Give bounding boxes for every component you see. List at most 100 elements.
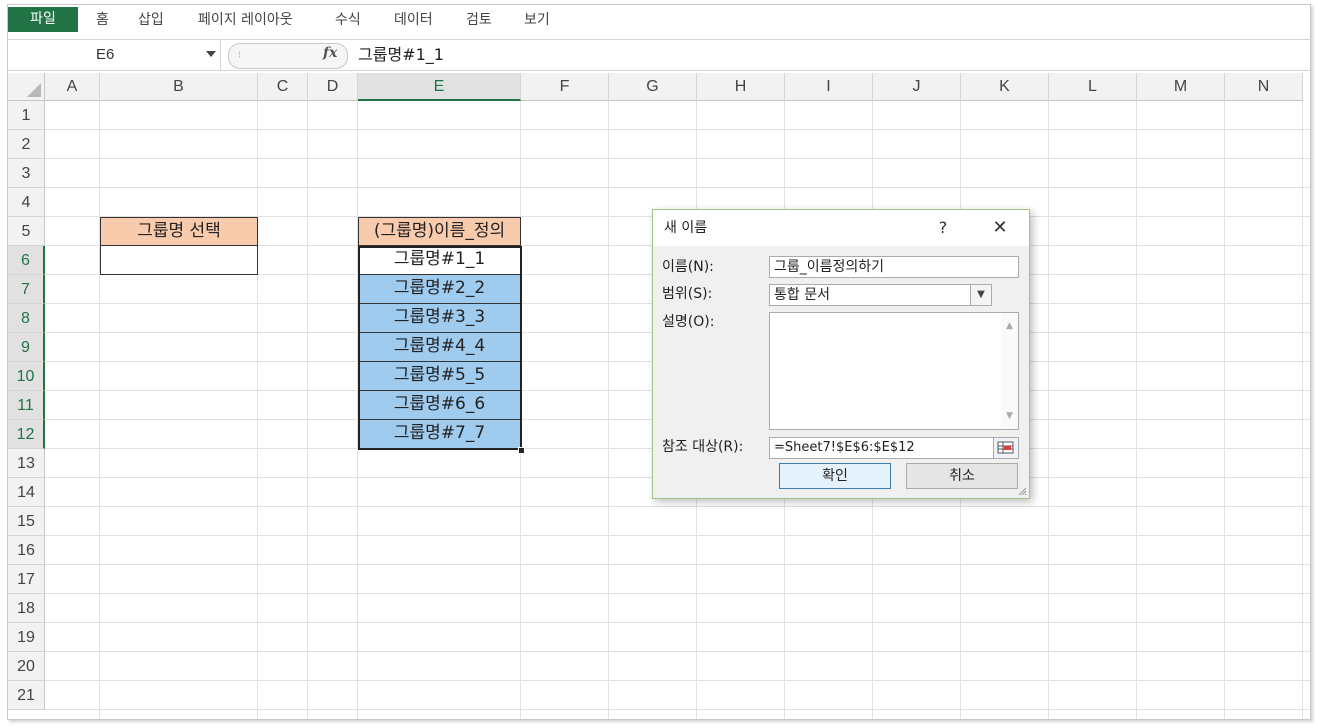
select-all-button[interactable] — [8, 73, 45, 101]
formula-input[interactable]: 그룹명#1_1 — [358, 40, 444, 70]
column-header-j[interactable]: J — [873, 73, 961, 101]
row-header-6[interactable]: 6 — [8, 246, 45, 275]
row-header-11[interactable]: 11 — [8, 391, 45, 420]
scroll-down-icon[interactable]: ▼ — [1001, 406, 1018, 426]
cell-e6[interactable]: 그룹명#1_1 — [358, 246, 521, 275]
gridline-horizontal — [45, 158, 1310, 159]
row-header-1[interactable]: 1 — [8, 101, 45, 130]
gridline-horizontal — [45, 129, 1310, 130]
fill-handle[interactable] — [518, 447, 525, 454]
row-header-20[interactable]: 20 — [8, 652, 45, 681]
tab-home[interactable]: 홈 — [96, 5, 109, 35]
tab-data[interactable]: 데이터 — [394, 5, 433, 35]
name-box[interactable]: E6 — [8, 40, 221, 70]
row-header-21[interactable]: 21 — [8, 681, 45, 710]
chevron-down-icon[interactable]: ▼ — [970, 285, 991, 305]
gridline-horizontal — [45, 651, 1310, 652]
column-header-e[interactable]: E — [358, 73, 521, 101]
chevron-down-icon[interactable] — [206, 51, 216, 57]
column-header-i[interactable]: I — [785, 73, 873, 101]
tab-insert[interactable]: 삽입 — [138, 5, 164, 35]
comment-label: 설명(O): — [662, 314, 715, 330]
column-header-h[interactable]: H — [697, 73, 785, 101]
column-header-f[interactable]: F — [521, 73, 609, 101]
gridline-horizontal — [45, 593, 1310, 594]
tab-page-layout[interactable]: 페이지 레이아웃 — [198, 5, 293, 35]
new-name-dialog: 새 이름 ? ✕ 이름(N): 그룹_이름정의하기 범위(S): 통합 문서 ▼… — [652, 209, 1030, 499]
cell-e12[interactable]: 그룹명#7_7 — [358, 420, 521, 449]
row-header-3[interactable]: 3 — [8, 159, 45, 188]
row-header-19[interactable]: 19 — [8, 623, 45, 652]
scrollbar[interactable]: ▲ ▼ — [1001, 313, 1018, 429]
row-header-16[interactable]: 16 — [8, 536, 45, 565]
gridline-vertical — [257, 101, 258, 719]
column-header-n[interactable]: N — [1225, 73, 1303, 101]
cell-e7[interactable]: 그룹명#2_2 — [358, 275, 521, 304]
name-label: 이름(N): — [662, 259, 714, 275]
help-button[interactable]: ? — [933, 210, 953, 246]
refers-to-label: 참조 대상(R): — [662, 439, 744, 455]
tab-review[interactable]: 검토 — [466, 5, 492, 35]
name-box-value: E6 — [96, 46, 115, 63]
column-header-d[interactable]: D — [308, 73, 358, 101]
resize-grip-icon[interactable] — [1017, 486, 1027, 496]
grip-icon[interactable]: ⁝ — [238, 50, 241, 61]
column-header-b[interactable]: B — [100, 73, 258, 101]
gridline-vertical — [1048, 101, 1049, 719]
cell-b6[interactable] — [100, 246, 258, 275]
comment-textarea[interactable]: ▲ ▼ — [769, 312, 1019, 430]
cell-e8[interactable]: 그룹명#3_3 — [358, 304, 521, 333]
file-tab[interactable]: 파일 — [8, 7, 78, 32]
column-header-m[interactable]: M — [1137, 73, 1225, 101]
close-button[interactable]: ✕ — [985, 210, 1015, 246]
gridline-vertical — [1224, 101, 1225, 719]
column-header-k[interactable]: K — [961, 73, 1049, 101]
insert-function-icon[interactable]: fx — [323, 45, 337, 61]
row-header-15[interactable]: 15 — [8, 507, 45, 536]
tab-formulas[interactable]: 수식 — [335, 5, 361, 35]
row-header-5[interactable]: 5 — [8, 217, 45, 246]
formula-bar: E6 ⁝ fx 그룹명#1_1 — [8, 39, 1310, 71]
gridline-horizontal — [45, 506, 1310, 507]
row-header-12[interactable]: 12 — [8, 420, 45, 449]
dialog-titlebar[interactable]: 새 이름 ? ✕ — [653, 210, 1029, 246]
row-header-9[interactable]: 9 — [8, 333, 45, 362]
gridline-horizontal — [45, 622, 1310, 623]
cancel-button[interactable]: 취소 — [906, 463, 1018, 489]
column-header-c[interactable]: C — [258, 73, 308, 101]
row-header-13[interactable]: 13 — [8, 449, 45, 478]
name-input[interactable]: 그룹_이름정의하기 — [769, 256, 1019, 278]
column-header-g[interactable]: G — [609, 73, 697, 101]
gridline-vertical — [1302, 101, 1303, 719]
row-header-7[interactable]: 7 — [8, 275, 45, 304]
row-header-17[interactable]: 17 — [8, 565, 45, 594]
row-header-8[interactable]: 8 — [8, 304, 45, 333]
cell-e5[interactable]: (그룹명)이름_정의 — [358, 217, 521, 246]
row-header-2[interactable]: 2 — [8, 130, 45, 159]
row-header-4[interactable]: 4 — [8, 188, 45, 217]
gridline-horizontal — [45, 187, 1310, 188]
cell-e11[interactable]: 그룹명#6_6 — [358, 391, 521, 420]
gridline-vertical — [99, 101, 100, 719]
cell-b5[interactable]: 그룹명 선택 — [100, 217, 258, 246]
row-header-14[interactable]: 14 — [8, 478, 45, 507]
row-header-10[interactable]: 10 — [8, 362, 45, 391]
scroll-up-icon[interactable]: ▲ — [1001, 316, 1018, 336]
cell-e10[interactable]: 그룹명#5_5 — [358, 362, 521, 391]
ok-button[interactable]: 확인 — [779, 463, 891, 489]
gridline-vertical — [307, 101, 308, 719]
row-header-18[interactable]: 18 — [8, 594, 45, 623]
gridline-horizontal — [45, 564, 1310, 565]
refers-to-input[interactable]: =Sheet7!$E$6:$E$12 — [769, 437, 1019, 459]
column-header-a[interactable]: A — [45, 73, 100, 101]
column-header-l[interactable]: L — [1049, 73, 1137, 101]
tab-view[interactable]: 보기 — [524, 5, 550, 35]
cell-e9[interactable]: 그룹명#4_4 — [358, 333, 521, 362]
gridline-vertical — [1136, 101, 1137, 719]
gridline-horizontal — [45, 535, 1310, 536]
range-picker-icon[interactable] — [993, 438, 1018, 458]
dialog-title: 새 이름 — [664, 220, 708, 236]
formula-controls: ⁝ fx — [228, 43, 348, 69]
scope-select[interactable]: 통합 문서 ▼ — [769, 284, 992, 306]
scope-label: 범위(S): — [662, 286, 713, 302]
